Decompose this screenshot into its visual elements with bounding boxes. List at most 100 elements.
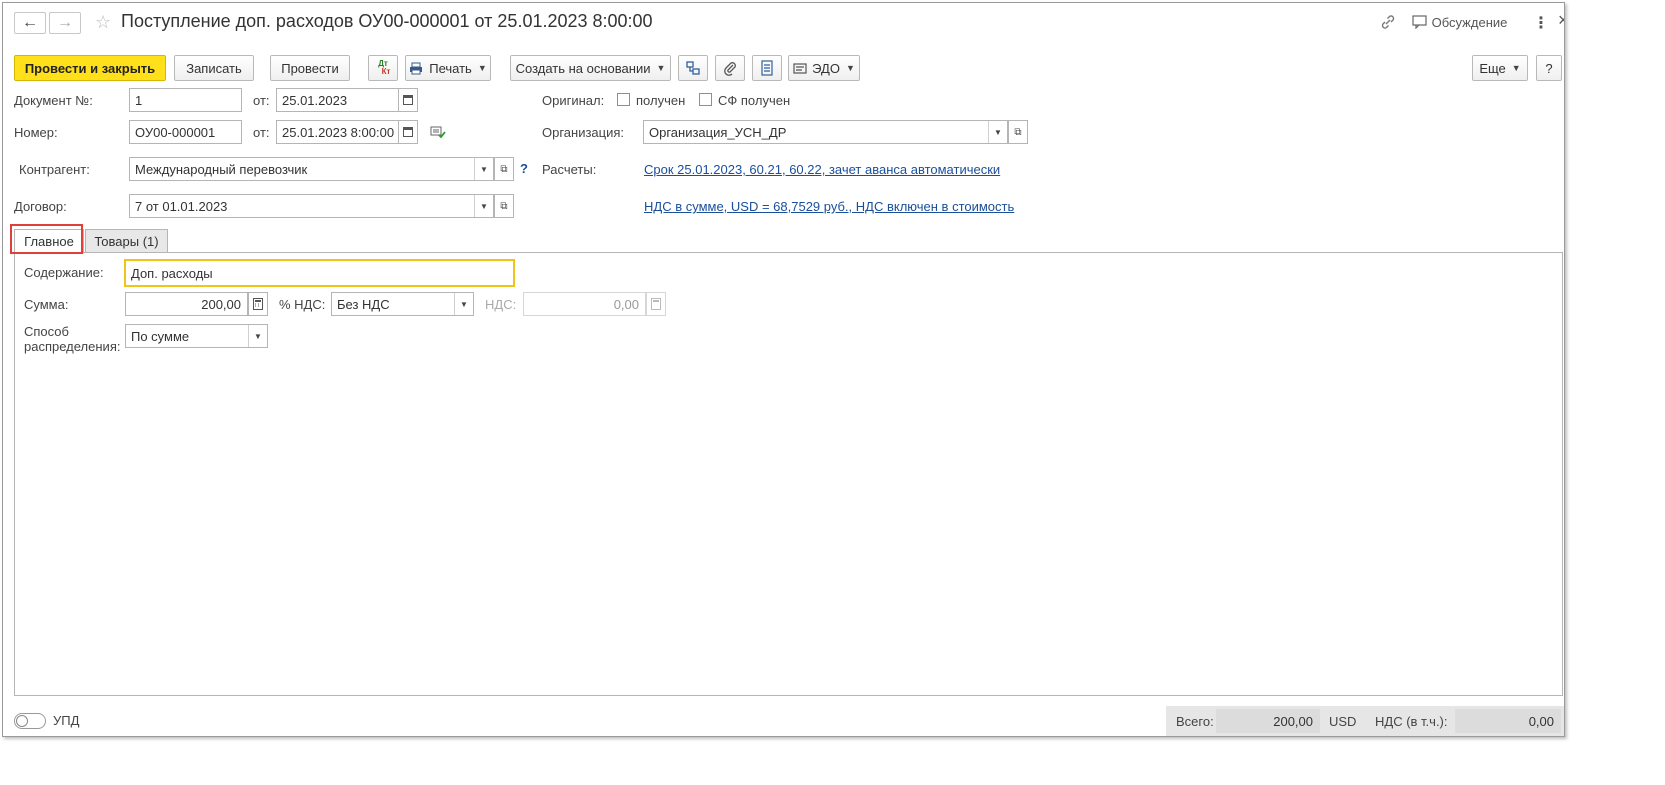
total-value: 200,00 [1216, 709, 1320, 733]
report-icon [761, 60, 773, 76]
open-window-icon: ⧉ [500, 200, 508, 212]
vat-percent-select[interactable]: Без НДС ▼ [331, 292, 474, 316]
attach-button[interactable] [715, 55, 745, 81]
organization-open-button[interactable]: ⧉ [1008, 120, 1028, 144]
contract-label: Договор: [14, 199, 67, 214]
kt-label: Кт [381, 67, 391, 76]
calendar-icon [403, 127, 413, 137]
tab-goods[interactable]: Товары (1) [85, 229, 168, 253]
create-based-on-button[interactable]: Создать на основании ▼ [510, 55, 671, 81]
open-window-icon: ⧉ [500, 163, 508, 175]
forward-button[interactable]: → [49, 12, 81, 34]
doc-date-calendar-button[interactable] [398, 88, 418, 112]
printer-icon [410, 62, 423, 74]
sf-received-label: СФ получен [718, 93, 791, 108]
post-button[interactable]: Провести [270, 55, 350, 81]
calendar-icon [403, 95, 413, 105]
tab-highlight-frame [10, 224, 83, 254]
number-label: Номер: [14, 125, 58, 140]
chevron-down-icon[interactable]: ▼ [474, 195, 493, 217]
counterparty-label: Контрагент: [19, 162, 90, 177]
doc-date-input[interactable]: 25.01.2023 [276, 88, 399, 112]
number-input[interactable]: ОУ00-000001 [129, 120, 242, 144]
forward-arrow-icon: → [57, 14, 73, 31]
chevron-down-icon[interactable]: ▼ [988, 121, 1007, 143]
contract-select[interactable]: 7 от 01.01.2023 ▼ [129, 194, 494, 218]
vat-percent-value: Без НДС [337, 296, 390, 312]
sum-input[interactable]: 200,00 [125, 292, 248, 316]
report-button[interactable] [752, 55, 782, 81]
open-window-icon: ⧉ [1014, 126, 1022, 138]
discussion-icon [1412, 15, 1427, 30]
calculator-icon [651, 298, 661, 310]
link-icon[interactable] [1380, 14, 1396, 33]
paperclip-icon [724, 62, 736, 76]
discussion-button[interactable]: Обсуждение [1412, 15, 1507, 30]
structure-icon [686, 61, 700, 75]
chevron-down-icon: ▼ [1511, 63, 1521, 73]
vat-included-value: 0,00 [1455, 709, 1561, 733]
chevron-down-icon: ▼ [656, 63, 666, 73]
close-icon[interactable]: × [1558, 10, 1564, 31]
more-button[interactable]: Еще ▼ [1472, 55, 1528, 81]
distribution-method-select[interactable]: По сумме ▼ [125, 324, 268, 348]
content-input[interactable]: Доп. расходы [124, 259, 515, 287]
chevron-down-icon[interactable]: ▼ [248, 325, 267, 347]
organization-value: Организация_УСН_ДР [649, 124, 787, 140]
number-date-input[interactable]: 25.01.2023 8:00:00 [276, 120, 399, 144]
vat-included-label: НДС (в т.ч.): [1375, 714, 1448, 729]
upd-label: УПД [53, 713, 80, 728]
contract-open-button[interactable]: ⧉ [494, 194, 514, 218]
discussion-label: Обсуждение [1431, 15, 1508, 30]
save-button[interactable]: Записать [174, 55, 254, 81]
original-label: Оригинал: [542, 93, 605, 108]
structure-button[interactable] [678, 55, 708, 81]
counterparty-select[interactable]: Международный перевозчик ▼ [129, 157, 494, 181]
total-label: Всего: [1176, 714, 1214, 729]
document-window: ← → ☆ Поступление доп. расходов ОУ00-000… [2, 2, 1565, 737]
print-label: Печать [429, 60, 472, 76]
counterparty-value: Международный перевозчик [135, 161, 308, 177]
vat-amount-input: 0,00 [523, 292, 646, 316]
vat-label: НДС: [485, 297, 517, 312]
distribution-label-line1: Способ [24, 324, 69, 339]
sum-calculator-button[interactable] [248, 292, 268, 316]
dt-kt-button[interactable]: Дт Кт [368, 55, 398, 81]
number-date-from-label: от: [253, 125, 270, 140]
back-arrow-icon: ← [22, 14, 38, 31]
vat-calculator-button [646, 292, 666, 316]
favorite-star-icon[interactable]: ☆ [95, 12, 111, 33]
create-based-on-label: Создать на основании [515, 60, 651, 76]
checked-list-icon[interactable] [430, 125, 446, 142]
distribution-label: Способ распределения: [24, 324, 120, 354]
settlements-label: Расчеты: [542, 162, 597, 177]
post-and-close-button[interactable]: Провести и закрыть [14, 55, 166, 81]
chevron-down-icon[interactable]: ▼ [474, 158, 493, 180]
upd-toggle[interactable] [14, 713, 46, 729]
edo-button[interactable]: ЭДО ▼ [788, 55, 860, 81]
more-menu-icon[interactable]: ⋮ [1533, 13, 1549, 33]
counterparty-help-icon[interactable]: ? [520, 161, 528, 176]
calculator-icon [253, 298, 263, 310]
contract-value: 7 от 01.01.2023 [135, 198, 228, 214]
chevron-down-icon: ▼ [477, 63, 487, 73]
sf-received-checkbox[interactable] [699, 93, 712, 106]
more-label: Еще [1479, 60, 1506, 76]
print-button[interactable]: Печать ▼ [405, 55, 491, 81]
number-date-calendar-button[interactable] [398, 120, 418, 144]
organization-select[interactable]: Организация_УСН_ДР ▼ [643, 120, 1008, 144]
doc-number-input[interactable]: 1 [129, 88, 242, 112]
page-title: Поступление доп. расходов ОУ00-000001 от… [121, 11, 653, 31]
sum-label: Сумма: [24, 297, 69, 312]
tab-panel [14, 252, 1563, 696]
content-label: Содержание: [24, 265, 104, 280]
toggle-knob [16, 715, 28, 727]
back-button[interactable]: ← [14, 12, 46, 34]
vat-settings-link[interactable]: НДС в сумме, USD = 68,7529 руб., НДС вкл… [644, 199, 1014, 214]
original-received-checkbox[interactable] [617, 93, 630, 106]
counterparty-open-button[interactable]: ⧉ [494, 157, 514, 181]
help-button[interactable]: ? [1536, 55, 1562, 81]
settlements-link[interactable]: Срок 25.01.2023, 60.21, 60.22, зачет ава… [644, 162, 1000, 177]
distribution-method-value: По сумме [131, 328, 190, 344]
chevron-down-icon[interactable]: ▼ [454, 293, 473, 315]
